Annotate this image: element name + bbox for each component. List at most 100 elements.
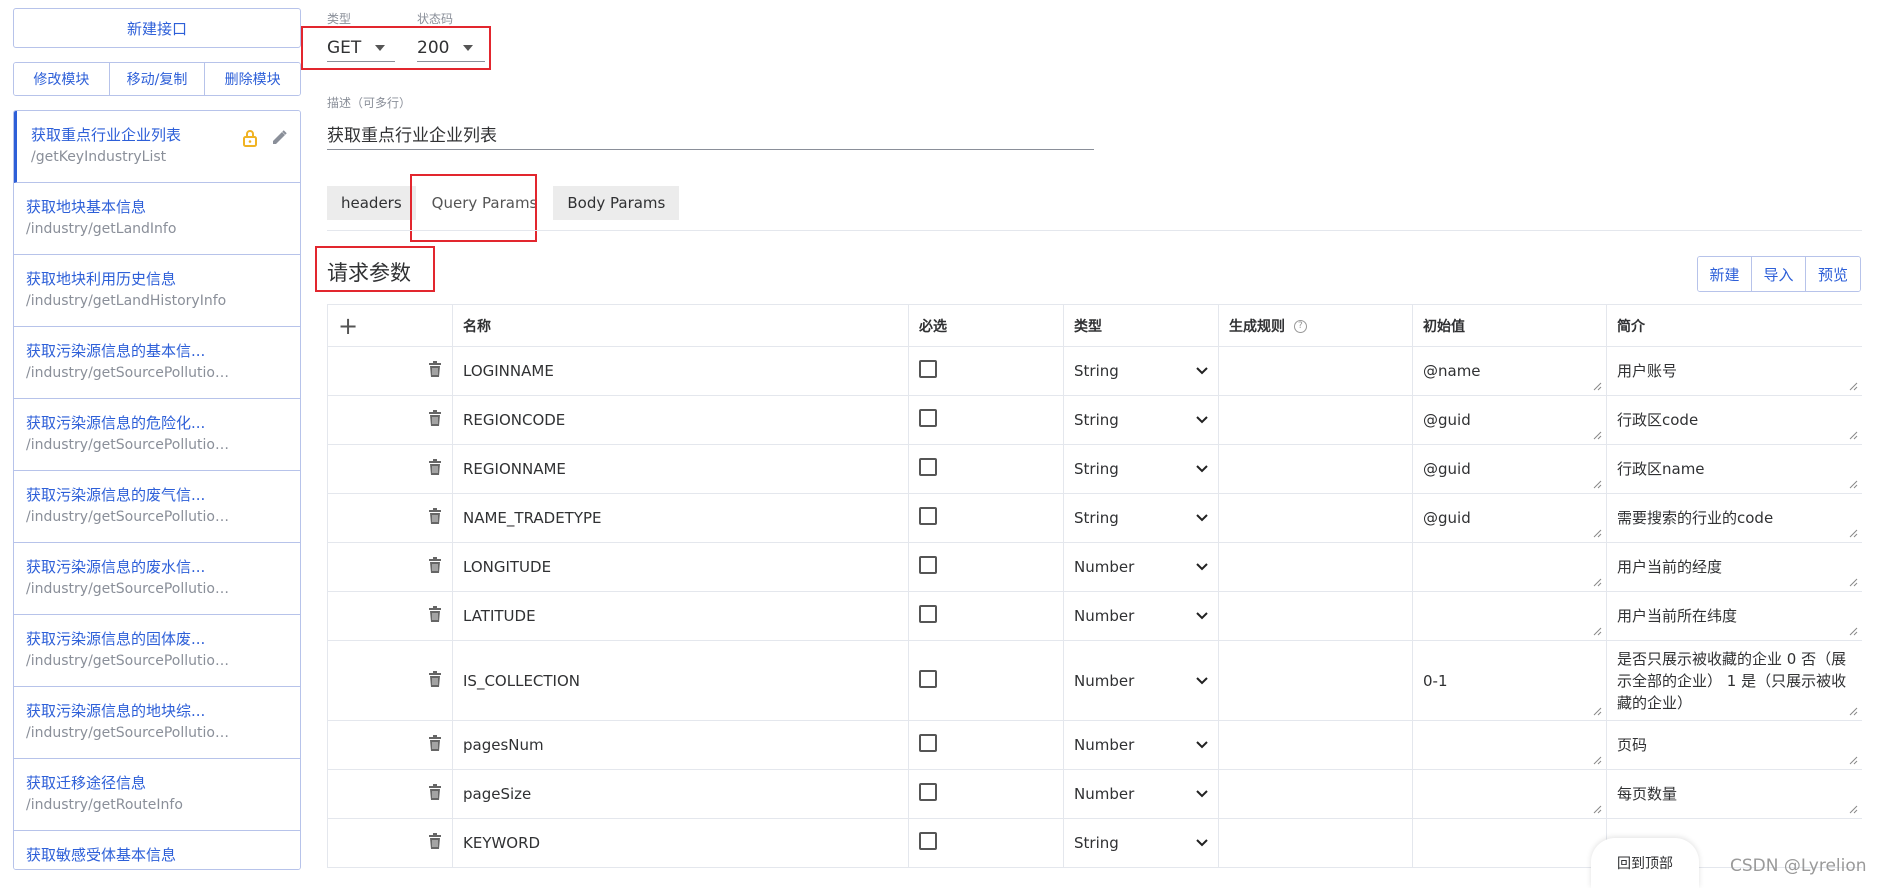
required-checkbox[interactable] <box>919 734 937 752</box>
param-desc-cell[interactable]: 行政区name <box>1606 444 1862 494</box>
param-name-cell[interactable]: LOGINNAME <box>452 346 909 396</box>
type-select[interactable]: String <box>1074 834 1218 852</box>
param-name-cell[interactable]: REGIONCODE <box>452 395 909 445</box>
trash-icon[interactable] <box>428 459 442 475</box>
param-initial-cell[interactable] <box>1412 591 1607 641</box>
param-name-cell[interactable]: pagesNum <box>452 720 909 770</box>
lock-icon[interactable] <box>242 129 258 147</box>
param-desc-cell[interactable]: 用户当前的经度 <box>1606 542 1862 592</box>
api-item[interactable]: 获取重点行业企业列表 /getKeyIndustryList <box>14 111 300 183</box>
pencil-icon[interactable] <box>270 129 288 147</box>
resize-handle-icon[interactable] <box>1592 577 1602 587</box>
param-initial-cell[interactable]: @guid <box>1412 395 1607 445</box>
param-desc-cell[interactable]: 页码 <box>1606 720 1862 770</box>
param-name-cell[interactable]: REGIONNAME <box>452 444 909 494</box>
move-copy-button[interactable]: 移动/复制 <box>109 63 206 95</box>
resize-handle-icon[interactable] <box>1848 626 1858 636</box>
api-item[interactable]: 获取敏感受体基本信息 <box>14 831 300 869</box>
preview-button[interactable]: 预览 <box>1806 257 1860 291</box>
type-select[interactable]: Number <box>1074 785 1218 803</box>
trash-icon[interactable] <box>428 410 442 426</box>
api-item[interactable]: 获取污染源信息的基本信... /industry/getSourcePollut… <box>14 327 300 399</box>
trash-icon[interactable] <box>428 784 442 800</box>
import-button[interactable]: 导入 <box>1752 257 1806 291</box>
api-item[interactable]: 获取污染源信息的废水信... /industry/getSourcePollut… <box>14 543 300 615</box>
param-rule-cell[interactable] <box>1218 493 1413 543</box>
api-item[interactable]: 获取地块基本信息 /industry/getLandInfo <box>14 183 300 255</box>
back-to-top-button[interactable]: 回到顶部 <box>1591 838 1699 888</box>
param-rule-cell[interactable] <box>1218 769 1413 819</box>
new-param-button[interactable]: 新建 <box>1698 257 1752 291</box>
api-item[interactable]: 获取污染源信息的危险化... /industry/getSourcePollut… <box>14 399 300 471</box>
trash-icon[interactable] <box>428 606 442 622</box>
param-name-cell[interactable]: IS_COLLECTION <box>452 640 909 721</box>
required-checkbox[interactable] <box>919 458 937 476</box>
resize-handle-icon[interactable] <box>1848 430 1858 440</box>
param-name-cell[interactable]: LATITUDE <box>452 591 909 641</box>
param-desc-cell[interactable]: 行政区code <box>1606 395 1862 445</box>
required-checkbox[interactable] <box>919 360 937 378</box>
required-checkbox[interactable] <box>919 507 937 525</box>
status-select[interactable]: 200 <box>417 34 485 62</box>
resize-handle-icon[interactable] <box>1592 804 1602 814</box>
resize-handle-icon[interactable] <box>1592 528 1602 538</box>
required-checkbox[interactable] <box>919 783 937 801</box>
trash-icon[interactable] <box>428 833 442 849</box>
param-rule-cell[interactable] <box>1218 640 1413 721</box>
resize-handle-icon[interactable] <box>1592 430 1602 440</box>
trash-icon[interactable] <box>428 735 442 751</box>
required-checkbox[interactable] <box>919 669 937 688</box>
param-desc-cell[interactable]: 用户账号 <box>1606 346 1862 396</box>
resize-handle-icon[interactable] <box>1592 755 1602 765</box>
type-select[interactable]: String <box>1074 509 1218 527</box>
help-icon[interactable]: ? <box>1293 320 1307 333</box>
new-api-button[interactable]: 新建接口 <box>13 8 301 48</box>
param-desc-cell[interactable]: 用户当前所在纬度 <box>1606 591 1862 641</box>
api-item[interactable]: 获取污染源信息的地块综... /industry/getSourcePollut… <box>14 687 300 759</box>
resize-handle-icon[interactable] <box>1848 706 1858 716</box>
type-select[interactable]: Number <box>1074 672 1218 690</box>
type-select[interactable]: String <box>1074 460 1218 478</box>
param-rule-cell[interactable] <box>1218 444 1413 494</box>
param-name-cell[interactable]: KEYWORD <box>452 818 909 868</box>
type-select[interactable]: Number <box>1074 736 1218 754</box>
required-checkbox[interactable] <box>919 832 937 850</box>
param-desc-cell[interactable]: 是否只展示被收藏的企业 0 否（展示全部的企业） 1 是（只展示被收藏的企业） <box>1606 640 1862 721</box>
api-item[interactable]: 获取污染源信息的废气信... /industry/getSourcePollut… <box>14 471 300 543</box>
trash-icon[interactable] <box>428 361 442 377</box>
resize-handle-icon[interactable] <box>1848 528 1858 538</box>
api-item[interactable]: 获取地块利用历史信息 /industry/getLandHistoryInfo <box>14 255 300 327</box>
resize-handle-icon[interactable] <box>1592 479 1602 489</box>
param-name-cell[interactable]: LONGITUDE <box>452 542 909 592</box>
api-item[interactable]: 获取迁移途径信息 /industry/getRouteInfo <box>14 759 300 831</box>
param-rule-cell[interactable] <box>1218 395 1413 445</box>
type-select[interactable]: String <box>1074 362 1218 380</box>
required-checkbox[interactable] <box>919 556 937 574</box>
param-initial-cell[interactable]: @guid <box>1412 493 1607 543</box>
trash-icon[interactable] <box>428 670 442 687</box>
tab-query-params[interactable]: Query Params <box>417 186 552 220</box>
param-desc-cell[interactable]: 需要搜索的行业的code <box>1606 493 1862 543</box>
tab-body-params[interactable]: Body Params <box>553 186 680 220</box>
resize-handle-icon[interactable] <box>1848 381 1858 391</box>
resize-handle-icon[interactable] <box>1592 706 1602 716</box>
param-initial-cell[interactable] <box>1412 769 1607 819</box>
resize-handle-icon[interactable] <box>1848 577 1858 587</box>
param-initial-cell[interactable] <box>1412 720 1607 770</box>
param-initial-cell[interactable] <box>1412 542 1607 592</box>
tab-headers[interactable]: headers <box>327 186 416 220</box>
delete-module-button[interactable]: 删除模块 <box>205 63 300 95</box>
param-initial-cell[interactable]: 0-1 <box>1412 640 1607 721</box>
required-checkbox[interactable] <box>919 409 937 427</box>
add-row-button[interactable]: + <box>338 312 358 340</box>
type-select[interactable]: Number <box>1074 558 1218 576</box>
param-initial-cell[interactable]: @guid <box>1412 444 1607 494</box>
type-select[interactable]: Number <box>1074 607 1218 625</box>
resize-handle-icon[interactable] <box>1592 381 1602 391</box>
param-name-cell[interactable]: pageSize <box>452 769 909 819</box>
description-input[interactable]: 获取重点行业企业列表 <box>327 118 1094 150</box>
type-select[interactable]: String <box>1074 411 1218 429</box>
resize-handle-icon[interactable] <box>1848 755 1858 765</box>
param-name-cell[interactable]: NAME_TRADETYPE <box>452 493 909 543</box>
trash-icon[interactable] <box>428 557 442 573</box>
